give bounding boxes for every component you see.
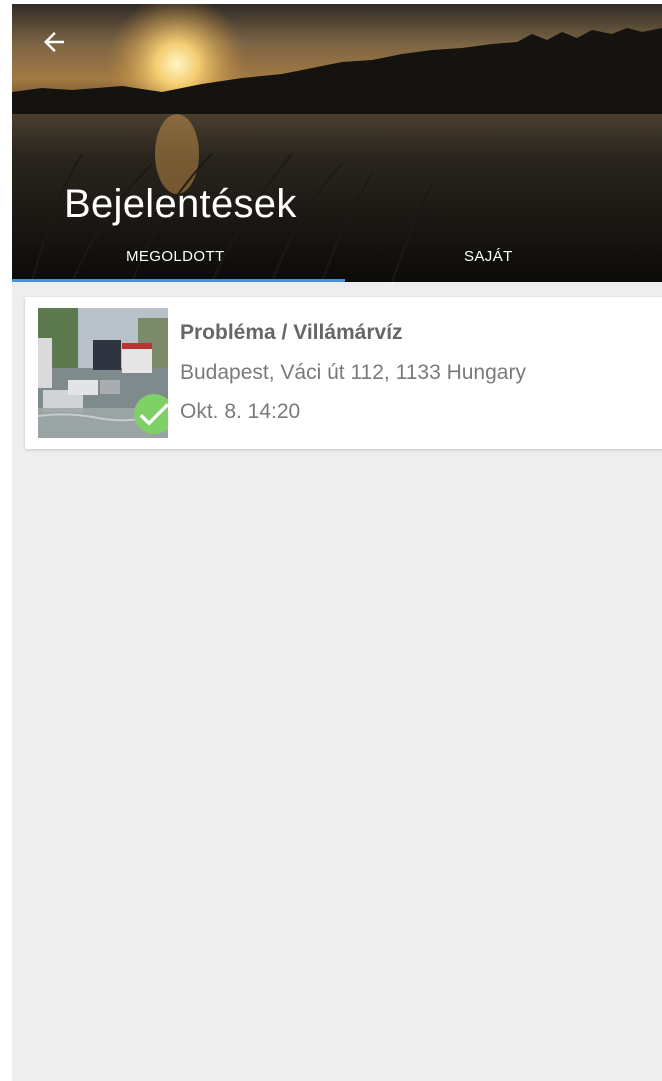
back-button[interactable] (34, 22, 74, 62)
tab-megoldott[interactable]: MEGOLDOTT (12, 240, 324, 282)
report-date: Okt. 8. 14:20 (180, 400, 301, 423)
header-banner: Bejelentések MEGOLDOTT SAJÁT (12, 4, 662, 282)
arrow-left-icon (44, 32, 64, 52)
page-title: Bejelentések (64, 182, 297, 226)
report-address: Budapest, Váci út 112, 1133 Hungary (180, 361, 526, 384)
active-tab-indicator (12, 279, 345, 282)
tab-bar: MEGOLDOTT SAJÁT (12, 240, 662, 282)
report-list-item[interactable]: Probléma / Villámárvíz Budapest, Váci út… (25, 297, 662, 449)
tab-sajat[interactable]: SAJÁT (324, 240, 662, 282)
report-title: Probléma / Villámárvíz (180, 321, 403, 344)
check-icon (139, 403, 168, 426)
app-screen: Bejelentések MEGOLDOTT SAJÁT Probléma / … (12, 4, 662, 1081)
report-thumbnail (38, 308, 168, 438)
resolved-status-badge (134, 394, 168, 434)
